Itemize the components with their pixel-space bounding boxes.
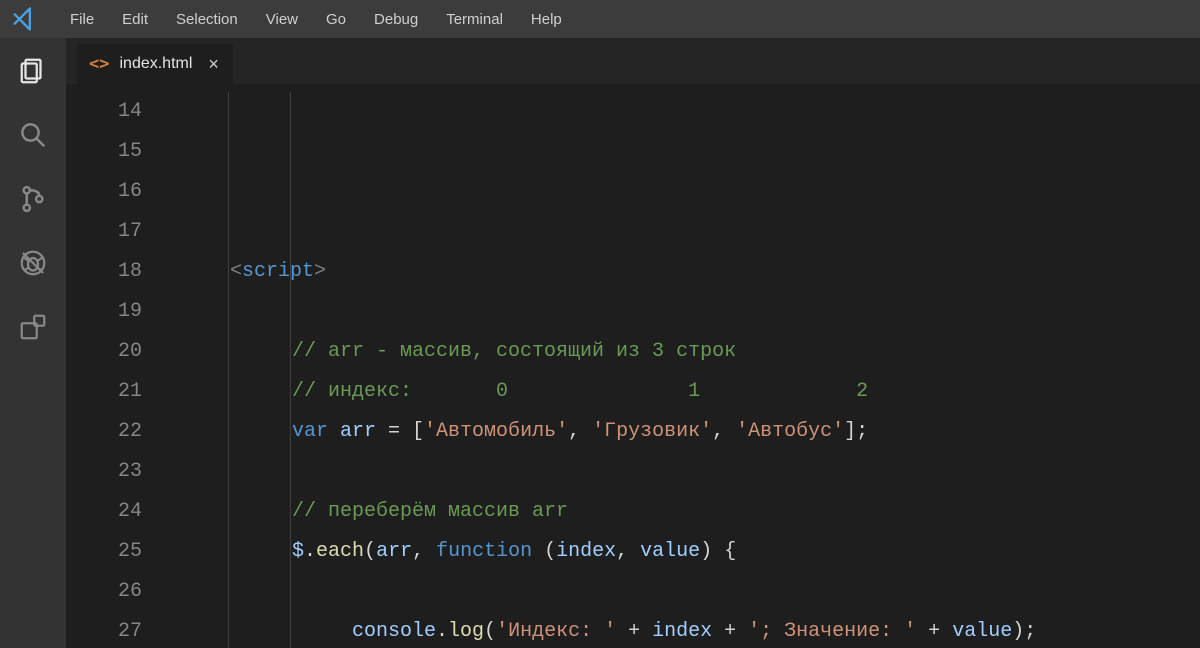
- menu-item-help[interactable]: Help: [517, 0, 576, 38]
- extensions-icon[interactable]: [14, 308, 52, 346]
- line-number: 27: [66, 612, 142, 648]
- menu-item-selection[interactable]: Selection: [162, 0, 252, 38]
- menu-item-go[interactable]: Go: [312, 0, 360, 38]
- code-line: // переберём массив arr: [170, 492, 1200, 532]
- tabs-row: <> index.html ×: [66, 38, 1200, 84]
- debug-icon[interactable]: [14, 244, 52, 282]
- code-line: <script>: [170, 252, 1200, 292]
- vscode-logo-icon: [10, 5, 38, 33]
- source-control-icon[interactable]: [14, 180, 52, 218]
- line-number: 21: [66, 372, 142, 412]
- menu-item-view[interactable]: View: [252, 0, 312, 38]
- activity-bar: [0, 38, 66, 648]
- menu-item-terminal[interactable]: Terminal: [432, 0, 517, 38]
- menu-item-file[interactable]: File: [56, 0, 108, 38]
- indent-guide: [290, 92, 291, 648]
- line-number: 25: [66, 532, 142, 572]
- menu-item-edit[interactable]: Edit: [108, 0, 162, 38]
- line-number: 16: [66, 172, 142, 212]
- line-number: 14: [66, 92, 142, 132]
- editor-area: <> index.html × 141516171819202122232425…: [66, 38, 1200, 648]
- html-file-icon: <>: [89, 54, 109, 74]
- code-line: // arr - массив, состоящий из 3 строк: [170, 332, 1200, 372]
- line-number: 20: [66, 332, 142, 372]
- search-icon[interactable]: [14, 116, 52, 154]
- code-content[interactable]: <script> // arr - массив, состоящий из 3 …: [170, 84, 1200, 648]
- code-line: console.log('Индекс: ' + index + '; Знач…: [170, 612, 1200, 648]
- line-number-gutter: 1415161718192021222324252627: [66, 84, 170, 648]
- code-line: // индекс: 0 1 2: [170, 372, 1200, 412]
- code-line: [170, 452, 1200, 492]
- line-number: 23: [66, 452, 142, 492]
- code-line: var arr = ['Автомобиль', 'Грузовик', 'Ав…: [170, 412, 1200, 452]
- code-pane: 1415161718192021222324252627 <script> // …: [66, 84, 1200, 648]
- title-bar: FileEditSelectionViewGoDebugTerminalHelp: [0, 0, 1200, 38]
- line-number: 15: [66, 132, 142, 172]
- indent-guide: [228, 92, 229, 648]
- code-line: $.each(arr, function (index, value) {: [170, 532, 1200, 572]
- line-number: 22: [66, 412, 142, 452]
- explorer-icon[interactable]: [14, 52, 52, 90]
- line-number: 26: [66, 572, 142, 612]
- body-row: <> index.html × 141516171819202122232425…: [0, 38, 1200, 648]
- code-line: [170, 292, 1200, 332]
- code-line: [170, 572, 1200, 612]
- tab-index-html[interactable]: <> index.html ×: [77, 44, 234, 84]
- line-number: 18: [66, 252, 142, 292]
- tab-close-button[interactable]: ×: [208, 55, 219, 73]
- line-number: 24: [66, 492, 142, 532]
- line-number: 19: [66, 292, 142, 332]
- tab-filename: index.html: [119, 55, 192, 73]
- line-number: 17: [66, 212, 142, 252]
- menu-item-debug[interactable]: Debug: [360, 0, 432, 38]
